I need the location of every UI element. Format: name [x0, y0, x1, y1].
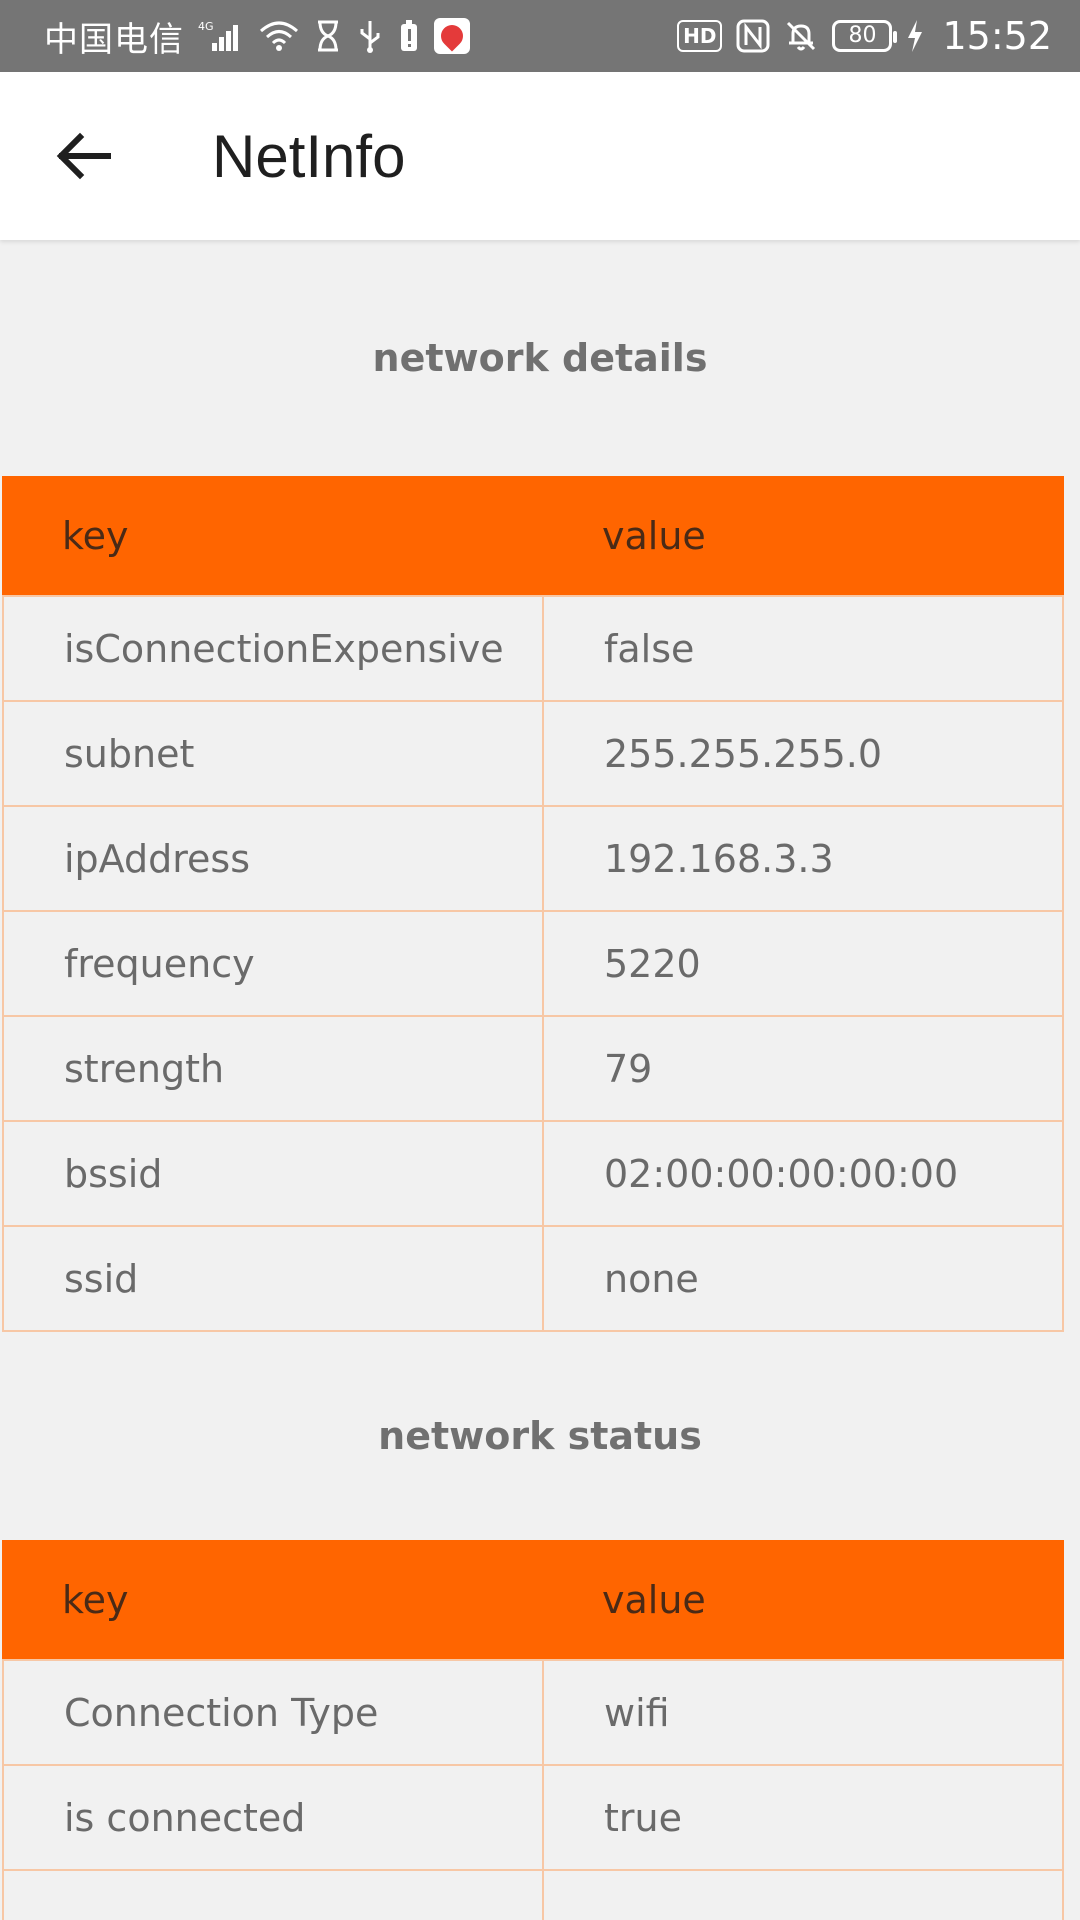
- row-key: ssid: [4, 1227, 544, 1330]
- row-value: 79: [604, 1046, 653, 1091]
- header-value: value: [602, 513, 706, 558]
- row-key: strength: [4, 1017, 544, 1120]
- app-bar: NetInfo: [0, 72, 1080, 240]
- row-key: Connection Type: [4, 1661, 544, 1764]
- row-key: is connected: [4, 1766, 544, 1869]
- header-value: value: [602, 1577, 706, 1622]
- row-value: true: [604, 1795, 682, 1840]
- status-bar-left: 中国电信 4G: [44, 12, 470, 61]
- carrier-label: 中国电信: [44, 19, 184, 60]
- header-key: key: [62, 513, 129, 558]
- charging-icon: [906, 16, 924, 56]
- network-type-label: 4G: [198, 20, 214, 33]
- battery-icon: 80: [832, 20, 898, 52]
- map-app-icon: [434, 18, 470, 54]
- network-status-table: key value Connection Type wifi is connec…: [2, 1540, 1064, 1920]
- usb-icon: [356, 16, 384, 56]
- table-row: strength 79: [2, 1017, 1064, 1122]
- header-key: key: [62, 1577, 129, 1622]
- table-header: key value: [2, 1540, 1064, 1661]
- page-title: NetInfo: [212, 122, 406, 190]
- row-value: false: [604, 626, 695, 671]
- battery-alert-icon: [398, 16, 420, 56]
- row-value: [544, 1871, 1062, 1920]
- row-key: isConnectionExpensive: [4, 597, 544, 700]
- row-value: 192.168.3.3: [604, 836, 834, 881]
- table-row: isConnectionExpensive false: [2, 597, 1064, 702]
- status-bar-right: HD 80 15:52: [677, 14, 1052, 58]
- section-title-network-details: network details: [372, 336, 708, 380]
- table-row: bssid 02:00:00:00:00:00: [2, 1122, 1064, 1227]
- table-row: frequency 5220: [2, 912, 1064, 1017]
- table-row: ipAddress 192.168.3.3: [2, 807, 1064, 912]
- row-value: wifi: [604, 1690, 670, 1735]
- network-details-table: key value isConnectionExpensive false su…: [2, 476, 1064, 1332]
- clock: 15:52: [942, 14, 1052, 58]
- bell-off-icon: [784, 16, 818, 56]
- row-value: 5220: [604, 941, 701, 986]
- signal-icon: 4G: [198, 16, 244, 56]
- status-bar: 中国电信 4G HD 80 15:52: [0, 0, 1080, 72]
- row-key: [4, 1871, 544, 1920]
- screen: 中国电信 4G HD 80 15:52 NetInfo network deta…: [0, 0, 1080, 1920]
- row-key: bssid: [4, 1122, 544, 1225]
- row-value: 02:00:00:00:00:00: [604, 1151, 959, 1196]
- battery-level: 80: [848, 23, 877, 48]
- hourglass-icon: [314, 16, 342, 56]
- table-row: [2, 1871, 1064, 1920]
- table-row: ssid none: [2, 1227, 1064, 1332]
- row-key: ipAddress: [4, 807, 544, 910]
- table-row: subnet 255.255.255.0: [2, 702, 1064, 807]
- section-title-network-status: network status: [378, 1414, 702, 1458]
- table-header: key value: [2, 476, 1064, 597]
- row-key: subnet: [4, 702, 544, 805]
- back-button[interactable]: [34, 106, 134, 206]
- row-key: frequency: [4, 912, 544, 1015]
- hd-icon: HD: [677, 20, 723, 52]
- nfc-icon: [736, 16, 770, 56]
- content: network details key value isConnectionEx…: [0, 240, 1080, 1920]
- wifi-icon: [258, 16, 300, 56]
- row-value: 255.255.255.0: [604, 731, 883, 776]
- row-value: none: [604, 1256, 699, 1301]
- table-row: Connection Type wifi: [2, 1661, 1064, 1766]
- table-row: is connected true: [2, 1766, 1064, 1871]
- arrow-left-icon: [56, 132, 111, 180]
